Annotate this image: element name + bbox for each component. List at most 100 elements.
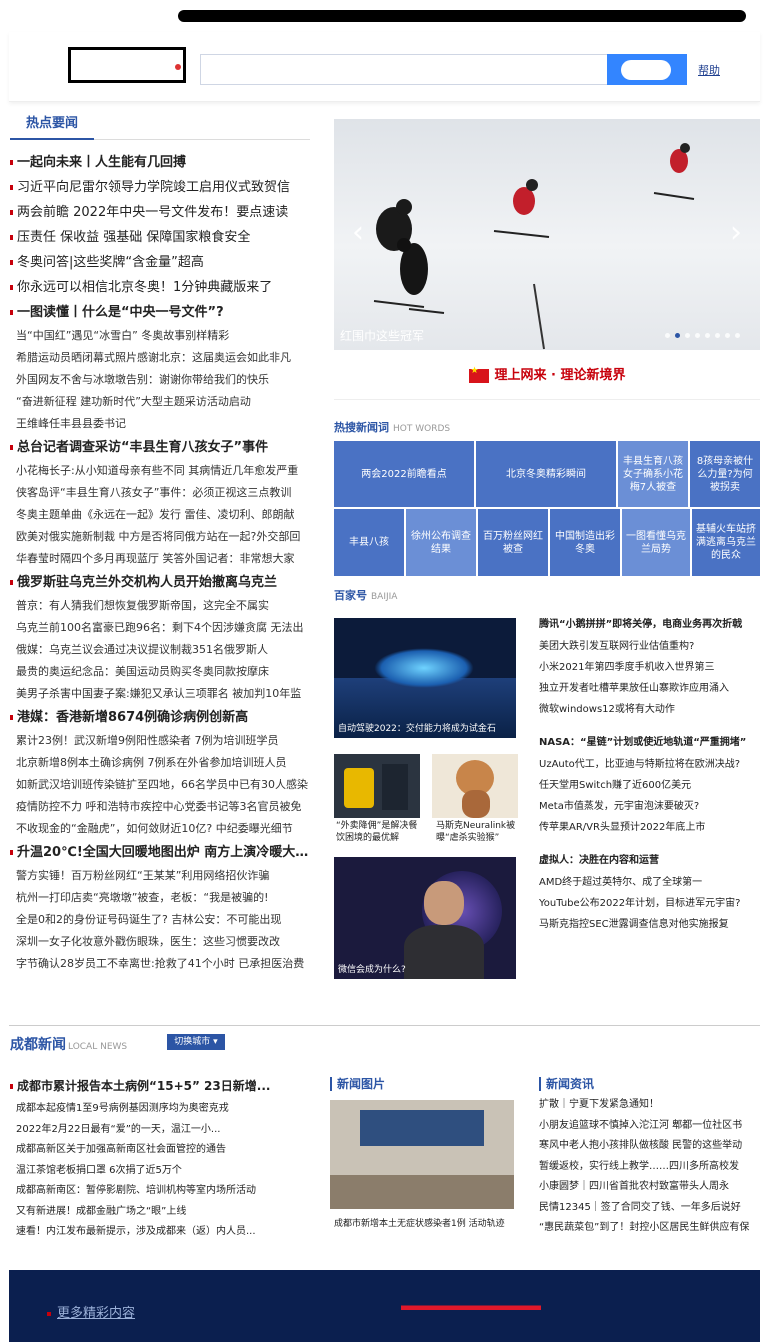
hot-news-item[interactable]: 希腊运动员晒闭幕式照片感谢北京：这届奥运会如此非凡 (10, 347, 310, 369)
slider-dot[interactable] (735, 333, 740, 338)
news-photo-image[interactable] (330, 1100, 514, 1209)
hot-news-item[interactable]: 警方实锤！百万粉丝网红“王某某”利用网络招伙诈骗 (10, 865, 310, 887)
local-news-item[interactable]: 成都高新区关于加强高新南区社会面管控的通告 (10, 1140, 310, 1161)
news-info-item[interactable]: 暂缓返校，实行线上教学……四川多所高校发 (539, 1157, 760, 1178)
hot-news-item[interactable]: 冬奥问答|这些奖牌“含金量”超高 (10, 250, 310, 275)
news-info-item[interactable]: 寒风中老人抱小孩排队做核酸 民警的这些举动 (539, 1136, 760, 1157)
theory-banner[interactable]: 理上网来 · 理论新境界 (334, 352, 760, 400)
baijia-list-item[interactable]: 传苹果AR/VR头显预计2022年底上市 (539, 817, 760, 838)
hot-news-item[interactable]: 俄媒：乌克兰议会通过决议提议制裁351名俄罗斯人 (10, 639, 310, 661)
hot-news-item[interactable]: 杭州一打印店卖“亮墩墩”被查，老板：“我是被骗的! (10, 887, 310, 909)
thumb1-caption[interactable]: “外卖降佣”是解决餐饮困境的最优解 (336, 820, 420, 844)
slider-dot[interactable] (695, 333, 700, 338)
hot-news-item[interactable]: 如新武汉培训班传染链扩至四地，66名学员中已有30人感染 (10, 774, 310, 796)
hot-news-item[interactable]: 冬奥主题单曲《永远在一起》发行 雷佳、凌切利、郎朗献 (10, 504, 310, 526)
local-news-item[interactable]: 速看！内江发布最新提示，涉及成都来（返）内人员... (10, 1222, 310, 1243)
slider-dot[interactable] (685, 333, 690, 338)
baijia-list-item[interactable]: NASA：“星链”计划或使近地轨道“严重拥堵” (539, 732, 760, 754)
news-photo-title[interactable]: 新闻图片 (330, 1077, 385, 1091)
news-info-item[interactable]: 民情12345｜签了合同交了钱、一年多后说好 (539, 1198, 760, 1219)
hot-news-item[interactable]: 华春莹时隔四个多月再现蓝厅 笑答外国记者：非常想大家 (10, 548, 310, 570)
news-info-item[interactable]: 扩散｜宁夏下发紧急通知！ (539, 1095, 760, 1116)
local-news-item[interactable]: 成都高新南区：暂停影剧院、培训机构等室内场所活动 (10, 1181, 310, 1202)
hot-news-item[interactable]: 当“中国红”遇见“冰雪白” 冬奥故事别样精彩 (10, 325, 310, 347)
wechat-feature-image[interactable]: 微信会成为什么? (334, 857, 516, 979)
baijia-list-item[interactable]: Meta市值蒸发，元宇宙泡沫要破灭? (539, 796, 760, 817)
switch-city-button[interactable]: 切换城市 ▾ (167, 1034, 225, 1050)
hot-word-cell[interactable]: 一图看懂乌克兰局势 (622, 509, 690, 576)
hot-news-item[interactable]: 一起向未来丨人生能有几回搏 (10, 150, 310, 175)
hot-news-item[interactable]: 习近平向尼雷尔领导力学院竣工启用仪式致贺信 (10, 175, 310, 200)
hot-news-item[interactable]: 疫情防控不力 呼和浩特市疾控中心党委书记等3名官员被免 (10, 796, 310, 818)
hot-word-cell[interactable]: 百万粉丝网红被查 (478, 509, 548, 576)
delivery-thumbnail[interactable] (334, 754, 420, 818)
hot-news-item[interactable]: 外国网友不舍与冰墩墩告别：谢谢你带给我们的快乐 (10, 369, 310, 391)
slider-dot[interactable] (715, 333, 720, 338)
hot-news-item[interactable]: 乌克兰前100名富豪已跑96名：剩下4个因涉嫌贪腐 无法出 (10, 617, 310, 639)
hot-news-item[interactable]: 欧美对俄实施新制裁 中方是否将同俄方站在一起?外交部回 (10, 526, 310, 548)
slider-dot[interactable] (665, 333, 670, 338)
site-logo[interactable] (68, 47, 186, 83)
hot-word-cell[interactable]: 丰县生育八孩女子确系小花梅7人被查 (618, 441, 688, 507)
news-photo-caption[interactable]: 成都市新增本土无症状感染者1例 活动轨迹 (334, 1216, 505, 1229)
baijia-list-item[interactable]: 美团大跌引发互联网行业估值重构? (539, 636, 760, 657)
local-news-item[interactable]: 2022年2月22日最有“爱”的一天，温江一小... (10, 1120, 310, 1141)
local-news-item[interactable]: 温江茶馆老板捐口罩 6次捐了近5万个 (10, 1161, 310, 1182)
hot-word-cell[interactable]: 基辅火车站挤满逃离乌克兰的民众 (692, 509, 760, 576)
baijia-list-item[interactable]: UzAuto代工，比亚迪与特斯拉将在欧洲决战? (539, 754, 760, 775)
hot-news-item[interactable]: 总台记者调查采访“丰县生育八孩女子”事件 (10, 435, 310, 460)
baijia-list-item[interactable]: 任天堂用Switch赚了近600亿美元 (539, 775, 760, 796)
hot-word-cell[interactable]: 北京冬奥精彩瞬间 (476, 441, 616, 507)
hot-news-item[interactable]: 升温20℃!全国大回暖地图出炉 南方上演冷暖大逆转 (10, 840, 310, 865)
monkey-thumbnail[interactable] (432, 754, 518, 818)
hot-news-item[interactable]: 普京：有人猜我们想恢复俄罗斯帝国，这完全不属实 (10, 595, 310, 617)
baijia-list-item[interactable]: 小米2021年第四季度手机收入世界第三 (539, 657, 760, 678)
hot-news-item[interactable]: 小花梅长子:从小知道母亲有些不同 其病情近几年愈发严重 (10, 460, 310, 482)
hot-news-item[interactable]: 全是0和2的身份证号码诞生了? 吉林公安：不可能出现 (10, 909, 310, 931)
hot-word-cell[interactable]: 中国制造出彩冬奥 (550, 509, 620, 576)
hot-news-item[interactable]: 俄罗斯驻乌克兰外交机构人员开始撤离乌克兰 (10, 570, 310, 595)
baijia-list-item[interactable]: 独立开发者吐槽苹果放任山寨欺诈应用涌入 (539, 678, 760, 699)
local-news-item[interactable]: 成都市累计报告本土病例“15+5” 23日新增... (10, 1074, 310, 1099)
baijia-list-item[interactable]: 微软windows12或将有大动作 (539, 699, 760, 720)
news-info-item[interactable]: 小康圆梦｜四川省首批农村致富带头人周永 (539, 1177, 760, 1198)
baijia-list-item[interactable]: 腾讯“小鹅拼拼”即将关停，电商业务再次折戟 (539, 614, 760, 636)
slider-dot[interactable] (675, 333, 680, 338)
hot-news-item[interactable]: 王维峰任丰县县委书记 (10, 413, 310, 435)
search-button[interactable] (607, 54, 687, 85)
local-news-item[interactable]: 又有新进展！成都金融广场之“眼”上线 (10, 1202, 310, 1223)
hot-news-item[interactable]: 不收现金的“金融虎”，如何敛财近10亿? 中纪委曝光细节 (10, 818, 310, 840)
hot-news-item[interactable]: 压责任 保收益 强基础 保障国家粮食安全 (10, 225, 310, 250)
hot-word-cell[interactable]: 丰县八孩 (334, 509, 404, 576)
search-input[interactable] (200, 54, 610, 85)
hot-news-item[interactable]: “奋进新征程 建功新时代”大型主题采访活动启动 (10, 391, 310, 413)
news-info-title[interactable]: 新闻资讯 (539, 1077, 594, 1091)
slider-prev-arrow-icon[interactable]: ‹ (352, 215, 364, 250)
thumb2-caption[interactable]: 马斯克Neuralink被曝“虐杀实验猴” (436, 820, 518, 844)
local-news-item[interactable]: 成都本起疫情1至9号病例基因测序均为奥密克戎 (10, 1099, 310, 1120)
hot-news-item[interactable]: 两会前瞻 2022年中央一号文件发布！要点速读 (10, 200, 310, 225)
baijia-list-item[interactable]: 虚拟人：决胜在内容和运营 (539, 850, 760, 872)
hot-news-item[interactable]: 字节确认28岁员工不幸离世:抢救了41个小时 已承担医治费 (10, 953, 310, 975)
hot-news-item[interactable]: 北京新增8例本土确诊病例 7例系在外省参加培训班人员 (10, 752, 310, 774)
baijia-feature-image[interactable]: 自动驾驶2022：交付能力将成为试金石 (334, 618, 516, 738)
hot-news-item[interactable]: 累计23例！武汉新增9例阳性感染者 7例为培训班学员 (10, 730, 310, 752)
news-info-item[interactable]: “惠民蔬菜包”到了！封控小区居民生鲜供应有保 (539, 1218, 760, 1239)
hot-news-item[interactable]: 最贵的奥运纪念品：美国运动员购买冬奥同款按摩床 (10, 661, 310, 683)
hot-news-item[interactable]: 你永远可以相信北京冬奥！1分钟典藏版来了 (10, 275, 310, 300)
baijia-list-item[interactable]: 马斯克指控SEC泄露调查信息对他实施报复 (539, 914, 760, 935)
hot-news-item[interactable]: 侠客岛评“丰县生育八孩女子”事件：必须正视这三点教训 (10, 482, 310, 504)
slider-dot[interactable] (725, 333, 730, 338)
help-link[interactable]: 帮助 (698, 62, 720, 78)
photo-slider[interactable]: ‹ › 红围巾这些冠军 (334, 119, 760, 350)
hot-word-cell[interactable]: 8孩母亲被什么力量?为何被拐卖 (690, 441, 760, 507)
more-content-link[interactable]: 更多精彩内容 (47, 1302, 135, 1321)
slider-next-arrow-icon[interactable]: › (730, 215, 742, 250)
slider-caption[interactable]: 红围巾这些冠军 (340, 327, 424, 344)
news-info-item[interactable]: 小朋友追篮球不慎掉入沱江河 郫都一位社区书 (539, 1116, 760, 1137)
hot-news-item[interactable]: 深圳一女子化妆意外戳伤眼珠，医生：这些习惯要改改 (10, 931, 310, 953)
baijia-list-item[interactable]: AMD终于超过英特尔、成了全球第一 (539, 872, 760, 893)
baijia-list-item[interactable]: YouTube公布2022年计划，目标进军元宇宙? (539, 893, 760, 914)
hot-news-item[interactable]: 港媒：香港新增8674例确诊病例创新高 (10, 705, 310, 730)
slider-dot[interactable] (705, 333, 710, 338)
